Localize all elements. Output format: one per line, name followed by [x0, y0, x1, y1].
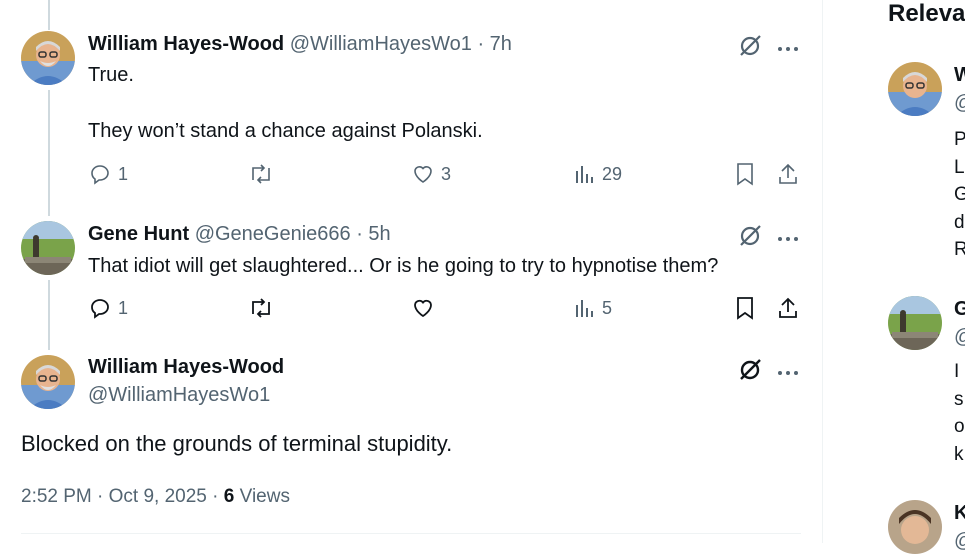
avatar[interactable] — [888, 62, 942, 116]
person-handle[interactable]: @ — [954, 530, 965, 553]
bookmark-icon[interactable] — [734, 162, 756, 191]
tweet-text: Blocked on the grounds of terminal stupi… — [21, 431, 453, 456]
reply-button[interactable]: 1 — [88, 162, 128, 186]
person-handle[interactable]: @ — [954, 92, 965, 115]
views-icon — [576, 166, 593, 183]
retweet-button[interactable] — [248, 296, 280, 320]
views-icon — [576, 300, 593, 317]
heart-icon — [414, 299, 432, 318]
reply-icon — [91, 165, 109, 185]
person-bio: I s o k — [954, 361, 965, 465]
avatar[interactable] — [21, 355, 75, 409]
reply-count: 1 — [118, 297, 129, 318]
like-button[interactable] — [411, 296, 441, 320]
author-name[interactable]: Gene Hunt — [88, 223, 189, 245]
author-handle[interactable]: @WilliamHayesWo1 — [88, 384, 270, 407]
tweet-header: Gene Hunt @GeneGenie666 · 5h — [88, 223, 391, 246]
timestamp[interactable]: 2:52 PM · Oct 9, 2025 · — [21, 486, 218, 507]
thread-line — [48, 90, 50, 216]
author-name[interactable]: William Hayes-Wood — [88, 33, 284, 55]
bookmark-icon[interactable] — [734, 296, 756, 325]
author-name[interactable]: William Hayes-Wood — [88, 356, 284, 379]
avatar[interactable] — [21, 221, 75, 275]
person-handle[interactable]: @ — [954, 326, 965, 349]
views-count: 29 — [602, 163, 623, 184]
like-button[interactable]: 3 — [411, 162, 451, 186]
tweet-time[interactable]: · 5h — [356, 223, 390, 245]
more-icon[interactable] — [777, 364, 799, 382]
person-bio: P L G d R — [954, 129, 965, 260]
reply-count: 1 — [118, 163, 129, 184]
share-icon[interactable] — [776, 296, 800, 325]
divider — [21, 533, 801, 534]
person-name[interactable]: K — [954, 502, 965, 525]
avatar[interactable] — [888, 296, 942, 350]
retweet-button[interactable] — [248, 162, 280, 186]
reply-icon — [91, 299, 109, 319]
retweet-icon — [252, 164, 270, 184]
views-count: 5 — [602, 297, 613, 318]
more-icon[interactable] — [777, 230, 799, 248]
author-handle[interactable]: @GeneGenie666 — [195, 223, 351, 245]
tweet-time[interactable]: · 7h — [477, 33, 511, 55]
person-name[interactable]: G — [954, 298, 965, 321]
views-button[interactable]: 29 — [574, 162, 622, 186]
views-count: 6 — [223, 486, 235, 507]
avatar[interactable] — [888, 500, 942, 554]
tweet-header: William Hayes-Wood @WilliamHayesWo1 · 7h — [88, 33, 512, 56]
author-handle[interactable]: @WilliamHayesWo1 — [290, 33, 472, 55]
share-icon[interactable] — [776, 162, 800, 191]
retweet-icon — [252, 298, 270, 318]
views-label: Views — [239, 486, 290, 507]
tweet-text: True. They won’t stand a chance against … — [88, 64, 483, 142]
column-divider — [822, 0, 823, 543]
grok-icon[interactable] — [738, 222, 764, 253]
like-count: 3 — [441, 163, 452, 184]
reply-button[interactable]: 1 — [88, 296, 128, 320]
tweet-text: That idiot will get slaughtered... Or is… — [88, 255, 719, 277]
grok-icon[interactable] — [738, 356, 764, 387]
heart-icon — [414, 166, 432, 183]
grok-icon[interactable] — [738, 32, 764, 63]
sidebar-title: Releva — [888, 0, 965, 27]
more-icon[interactable] — [777, 40, 799, 58]
views-button[interactable]: 5 — [574, 296, 612, 320]
thread-line — [48, 0, 50, 30]
tweet-meta: 2:52 PM · Oct 9, 2025 · 6 Views — [21, 486, 290, 508]
avatar[interactable] — [21, 31, 75, 85]
thread-line — [48, 280, 50, 350]
person-name[interactable]: W — [954, 64, 965, 87]
